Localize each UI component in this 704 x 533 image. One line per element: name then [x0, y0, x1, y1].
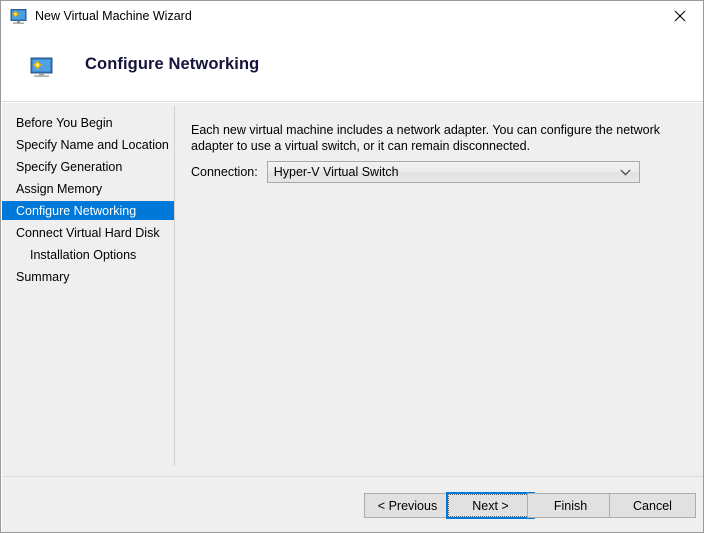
- next-button-label: Next >: [448, 494, 533, 517]
- sidebar-item-label: Connect Virtual Hard Disk: [16, 225, 160, 240]
- cancel-button[interactable]: Cancel: [609, 493, 696, 518]
- sidebar-item-label: Before You Begin: [16, 115, 113, 130]
- connection-select[interactable]: Hyper-V Virtual Switch: [266, 161, 640, 183]
- description-text: Each new virtual machine includes a netw…: [191, 123, 661, 153]
- connection-selected-value: Hyper-V Virtual Switch: [273, 165, 399, 179]
- sidebar-item-label: Summary: [16, 269, 70, 284]
- sidebar-item-connect-virtual-hard-disk[interactable]: Connect Virtual Hard Disk: [2, 223, 174, 242]
- chevron-down-icon: [620, 162, 631, 182]
- sidebar-item-specify-name-and-location[interactable]: Specify Name and Location: [2, 135, 174, 154]
- finish-button[interactable]: Finish: [527, 493, 614, 518]
- previous-button[interactable]: < Previous: [364, 493, 451, 518]
- sidebar-item-label: Installation Options: [30, 247, 137, 262]
- new-virtual-machine-wizard-window: New Virtual Machine Wizard Configure Net…: [0, 0, 704, 533]
- title-bar: New Virtual Machine Wizard: [1, 1, 703, 32]
- wizard-main-pane: Each new virtual machine includes a netw…: [175, 103, 703, 476]
- sidebar-item-assign-memory[interactable]: Assign Memory: [2, 179, 174, 198]
- sidebar-item-before-you-begin[interactable]: Before You Begin: [2, 113, 174, 132]
- sidebar-item-label: Configure Networking: [16, 203, 137, 218]
- page-title: Configure Networking: [85, 55, 260, 73]
- sidebar-item-label: Assign Memory: [16, 181, 103, 196]
- close-icon: [674, 10, 686, 22]
- sidebar-item-specify-generation[interactable]: Specify Generation: [2, 157, 174, 176]
- wizard-header: Configure Networking: [2, 32, 703, 102]
- close-button[interactable]: [657, 1, 703, 31]
- connection-row: Connection: Hyper-V Virtual Switch: [191, 161, 640, 183]
- wizard-step-list: Before You Begin Specify Name and Locati…: [2, 103, 174, 476]
- sidebar-item-configure-networking[interactable]: Configure Networking: [2, 201, 174, 220]
- sidebar-item-label: Specify Generation: [16, 159, 123, 174]
- wizard-body: Before You Begin Specify Name and Locati…: [2, 103, 703, 476]
- next-button[interactable]: Next >: [446, 492, 535, 519]
- window-title: New Virtual Machine Wizard: [35, 9, 192, 24]
- connection-label: Connection:: [191, 165, 258, 179]
- sidebar-item-label: Specify Name and Location: [16, 137, 169, 152]
- sidebar-item-installation-options[interactable]: Installation Options: [2, 245, 174, 264]
- virtual-machine-monitor-icon: [10, 8, 27, 25]
- sidebar-item-summary[interactable]: Summary: [2, 267, 174, 286]
- virtual-machine-monitor-icon: [30, 57, 53, 78]
- wizard-footer: < Previous Next > Finish Cancel: [2, 477, 703, 532]
